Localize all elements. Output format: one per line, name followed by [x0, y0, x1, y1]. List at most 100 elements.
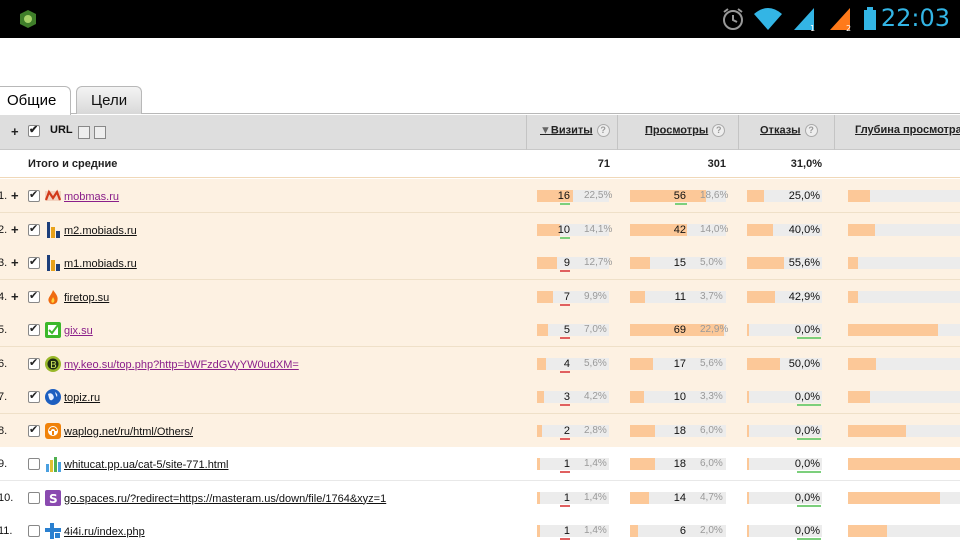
- svg-text:1: 1: [810, 24, 815, 32]
- expand-row-button[interactable]: +: [11, 222, 19, 237]
- site-link[interactable]: mobmas.ru: [64, 191, 119, 203]
- bounces-value: 0,0%: [794, 391, 820, 403]
- site-link[interactable]: 4i4i.ru/index.php: [64, 526, 145, 538]
- totals-row: Итого и средние 71 301 31,0%: [0, 150, 960, 178]
- views-percent: 14,0%: [700, 223, 729, 235]
- signal-1-icon: 1: [794, 8, 815, 32]
- row-checkbox[interactable]: [28, 525, 40, 537]
- site-link[interactable]: firetop.su: [64, 292, 109, 304]
- table-row[interactable]: 4. + firetop.su 7 9,9% 11 3,7% 42,9%: [0, 279, 960, 314]
- table-row[interactable]: 5. gix.su 5 7,0% 69 22,9% 0,0%: [0, 313, 960, 347]
- bounces-help-icon[interactable]: ?: [804, 124, 818, 137]
- 4i4i-icon: [45, 523, 61, 539]
- visits-percent: 22,5%: [584, 190, 613, 201]
- views-value: 15: [673, 257, 686, 269]
- row-checkbox[interactable]: [28, 255, 40, 269]
- views-percent: 5,0%: [700, 257, 723, 268]
- bounces-value: 50,0%: [788, 357, 820, 370]
- row-checkbox[interactable]: [28, 222, 40, 236]
- url-column-header: URL: [50, 124, 73, 136]
- spaces-icon: S: [45, 489, 61, 506]
- visits-value: 4: [563, 357, 570, 370]
- expand-row-button[interactable]: +: [11, 289, 19, 304]
- bounces-value: 42,9%: [788, 290, 820, 303]
- views-help-icon[interactable]: ?: [712, 124, 726, 137]
- bounces-column-header[interactable]: Отказы?: [760, 124, 818, 137]
- views-column-header[interactable]: Просмотры?: [645, 124, 726, 137]
- expand-row-button[interactable]: +: [11, 255, 19, 270]
- site-link[interactable]: whitucat.pp.ua/cat-5/site-771.html: [64, 459, 228, 471]
- table-row[interactable]: 2. + m2.mobiads.ru 10 14,1% 42 14,0% 40,…: [0, 212, 960, 247]
- expand-all-button[interactable]: +: [11, 124, 19, 139]
- visits-percent: 1,4%: [584, 491, 607, 503]
- views-value: 42: [673, 223, 686, 236]
- bounces-value: 25,0%: [788, 190, 820, 202]
- bounces-value: 0,0%: [794, 424, 820, 437]
- visits-trend-mark: [560, 504, 570, 507]
- site-link[interactable]: m1.mobiads.ru: [64, 258, 137, 270]
- bounces-value: 0,0%: [794, 491, 820, 504]
- table-row[interactable]: 1. + mobmas.ru 16 22,5% 56 18,6% 25,0%: [0, 179, 960, 213]
- row-number: 3.: [0, 257, 8, 269]
- row-checkbox[interactable]: [28, 458, 40, 470]
- row-checkbox[interactable]: [28, 289, 40, 303]
- site-link[interactable]: go.spaces.ru/?redirect=https://masteram.…: [64, 493, 386, 505]
- table-row[interactable]: 11. 4i4i.ru/index.php 1 1,4% 6 2,0% 0,0%: [0, 514, 960, 540]
- site-link[interactable]: m2.mobiads.ru: [64, 225, 137, 237]
- tab-general[interactable]: Общие: [0, 86, 72, 116]
- table-row[interactable]: 7. topiz.ru 3 4,2% 10 3,3% 0,0%: [0, 380, 960, 414]
- tab-goals[interactable]: Цели: [76, 86, 143, 114]
- row-checkbox[interactable]: [28, 491, 40, 504]
- table-row[interactable]: 10. S go.spaces.ru/?redirect=https://mas…: [0, 480, 960, 515]
- depth-column-header[interactable]: Глубина просмотра: [855, 124, 960, 136]
- site-link[interactable]: topiz.ru: [64, 392, 100, 404]
- visits-percent: 9,9%: [584, 290, 607, 302]
- visits-percent: 1,4%: [584, 525, 607, 536]
- row-checkbox[interactable]: [28, 356, 40, 370]
- totals-visits: 71: [597, 158, 610, 170]
- views-value: 14: [673, 491, 686, 504]
- row-number: 1.: [0, 190, 8, 202]
- row-number: 8.: [0, 424, 8, 437]
- visits-help-icon[interactable]: ?: [596, 124, 610, 137]
- visits-value: 1: [563, 458, 570, 470]
- depth-bar: [848, 223, 960, 236]
- app-notification-icon: [20, 10, 36, 28]
- keo-icon: B: [45, 355, 61, 372]
- visits-trend-mark: [560, 203, 570, 205]
- row-checkbox[interactable]: [28, 188, 40, 202]
- visits-percent: 14,1%: [584, 223, 613, 235]
- bounces-value: 55,6%: [788, 257, 820, 269]
- row-checkbox[interactable]: [28, 389, 40, 403]
- table-row[interactable]: 3. + m1.mobiads.ru 9 12,7% 15 5,0% 55,6%: [0, 246, 960, 280]
- visits-value: 16: [557, 190, 570, 202]
- site-link[interactable]: my.keo.su/top.php?http=bWFzdGVyYW0udXM=: [64, 359, 299, 371]
- table-row[interactable]: 9. whitucat.pp.ua/cat-5/site-771.html 1 …: [0, 447, 960, 481]
- chart-icon: [45, 456, 61, 472]
- visits-trend-mark: [560, 404, 570, 406]
- views-percent: 4,7%: [700, 491, 723, 503]
- expand-row-button[interactable]: +: [11, 188, 19, 203]
- visits-value: 9: [563, 257, 570, 269]
- table-row[interactable]: 6. B my.keo.su/top.php?http=bWFzdGVyYW0u…: [0, 346, 960, 381]
- row-checkbox[interactable]: [28, 423, 40, 437]
- site-link[interactable]: waplog.net/ru/html/Others/: [64, 426, 193, 438]
- views-percent: 6,0%: [700, 458, 723, 469]
- site-link[interactable]: gix.su: [64, 325, 93, 337]
- visits-value: 5: [563, 324, 570, 336]
- table-row[interactable]: 8. waplog.net/ru/html/Others/ 2 2,8% 18 …: [0, 413, 960, 448]
- clock: 22:03: [880, 4, 950, 32]
- views-value: 6: [679, 525, 686, 537]
- views-value: 10: [673, 391, 686, 403]
- row-checkbox[interactable]: [28, 322, 40, 336]
- visits-column-header[interactable]: ▼Визиты?: [540, 124, 610, 137]
- views-value: 56: [673, 190, 686, 202]
- url-format-icon[interactable]: [78, 126, 90, 139]
- url-list-icon[interactable]: [94, 126, 106, 139]
- row-number: 4.: [0, 290, 8, 303]
- totals-bounces: 31,0%: [790, 158, 822, 170]
- visits-value: 7: [563, 290, 570, 303]
- mobiads-icon: [45, 255, 61, 271]
- mobiads-icon: [45, 221, 61, 238]
- select-all-checkbox[interactable]: [28, 123, 40, 137]
